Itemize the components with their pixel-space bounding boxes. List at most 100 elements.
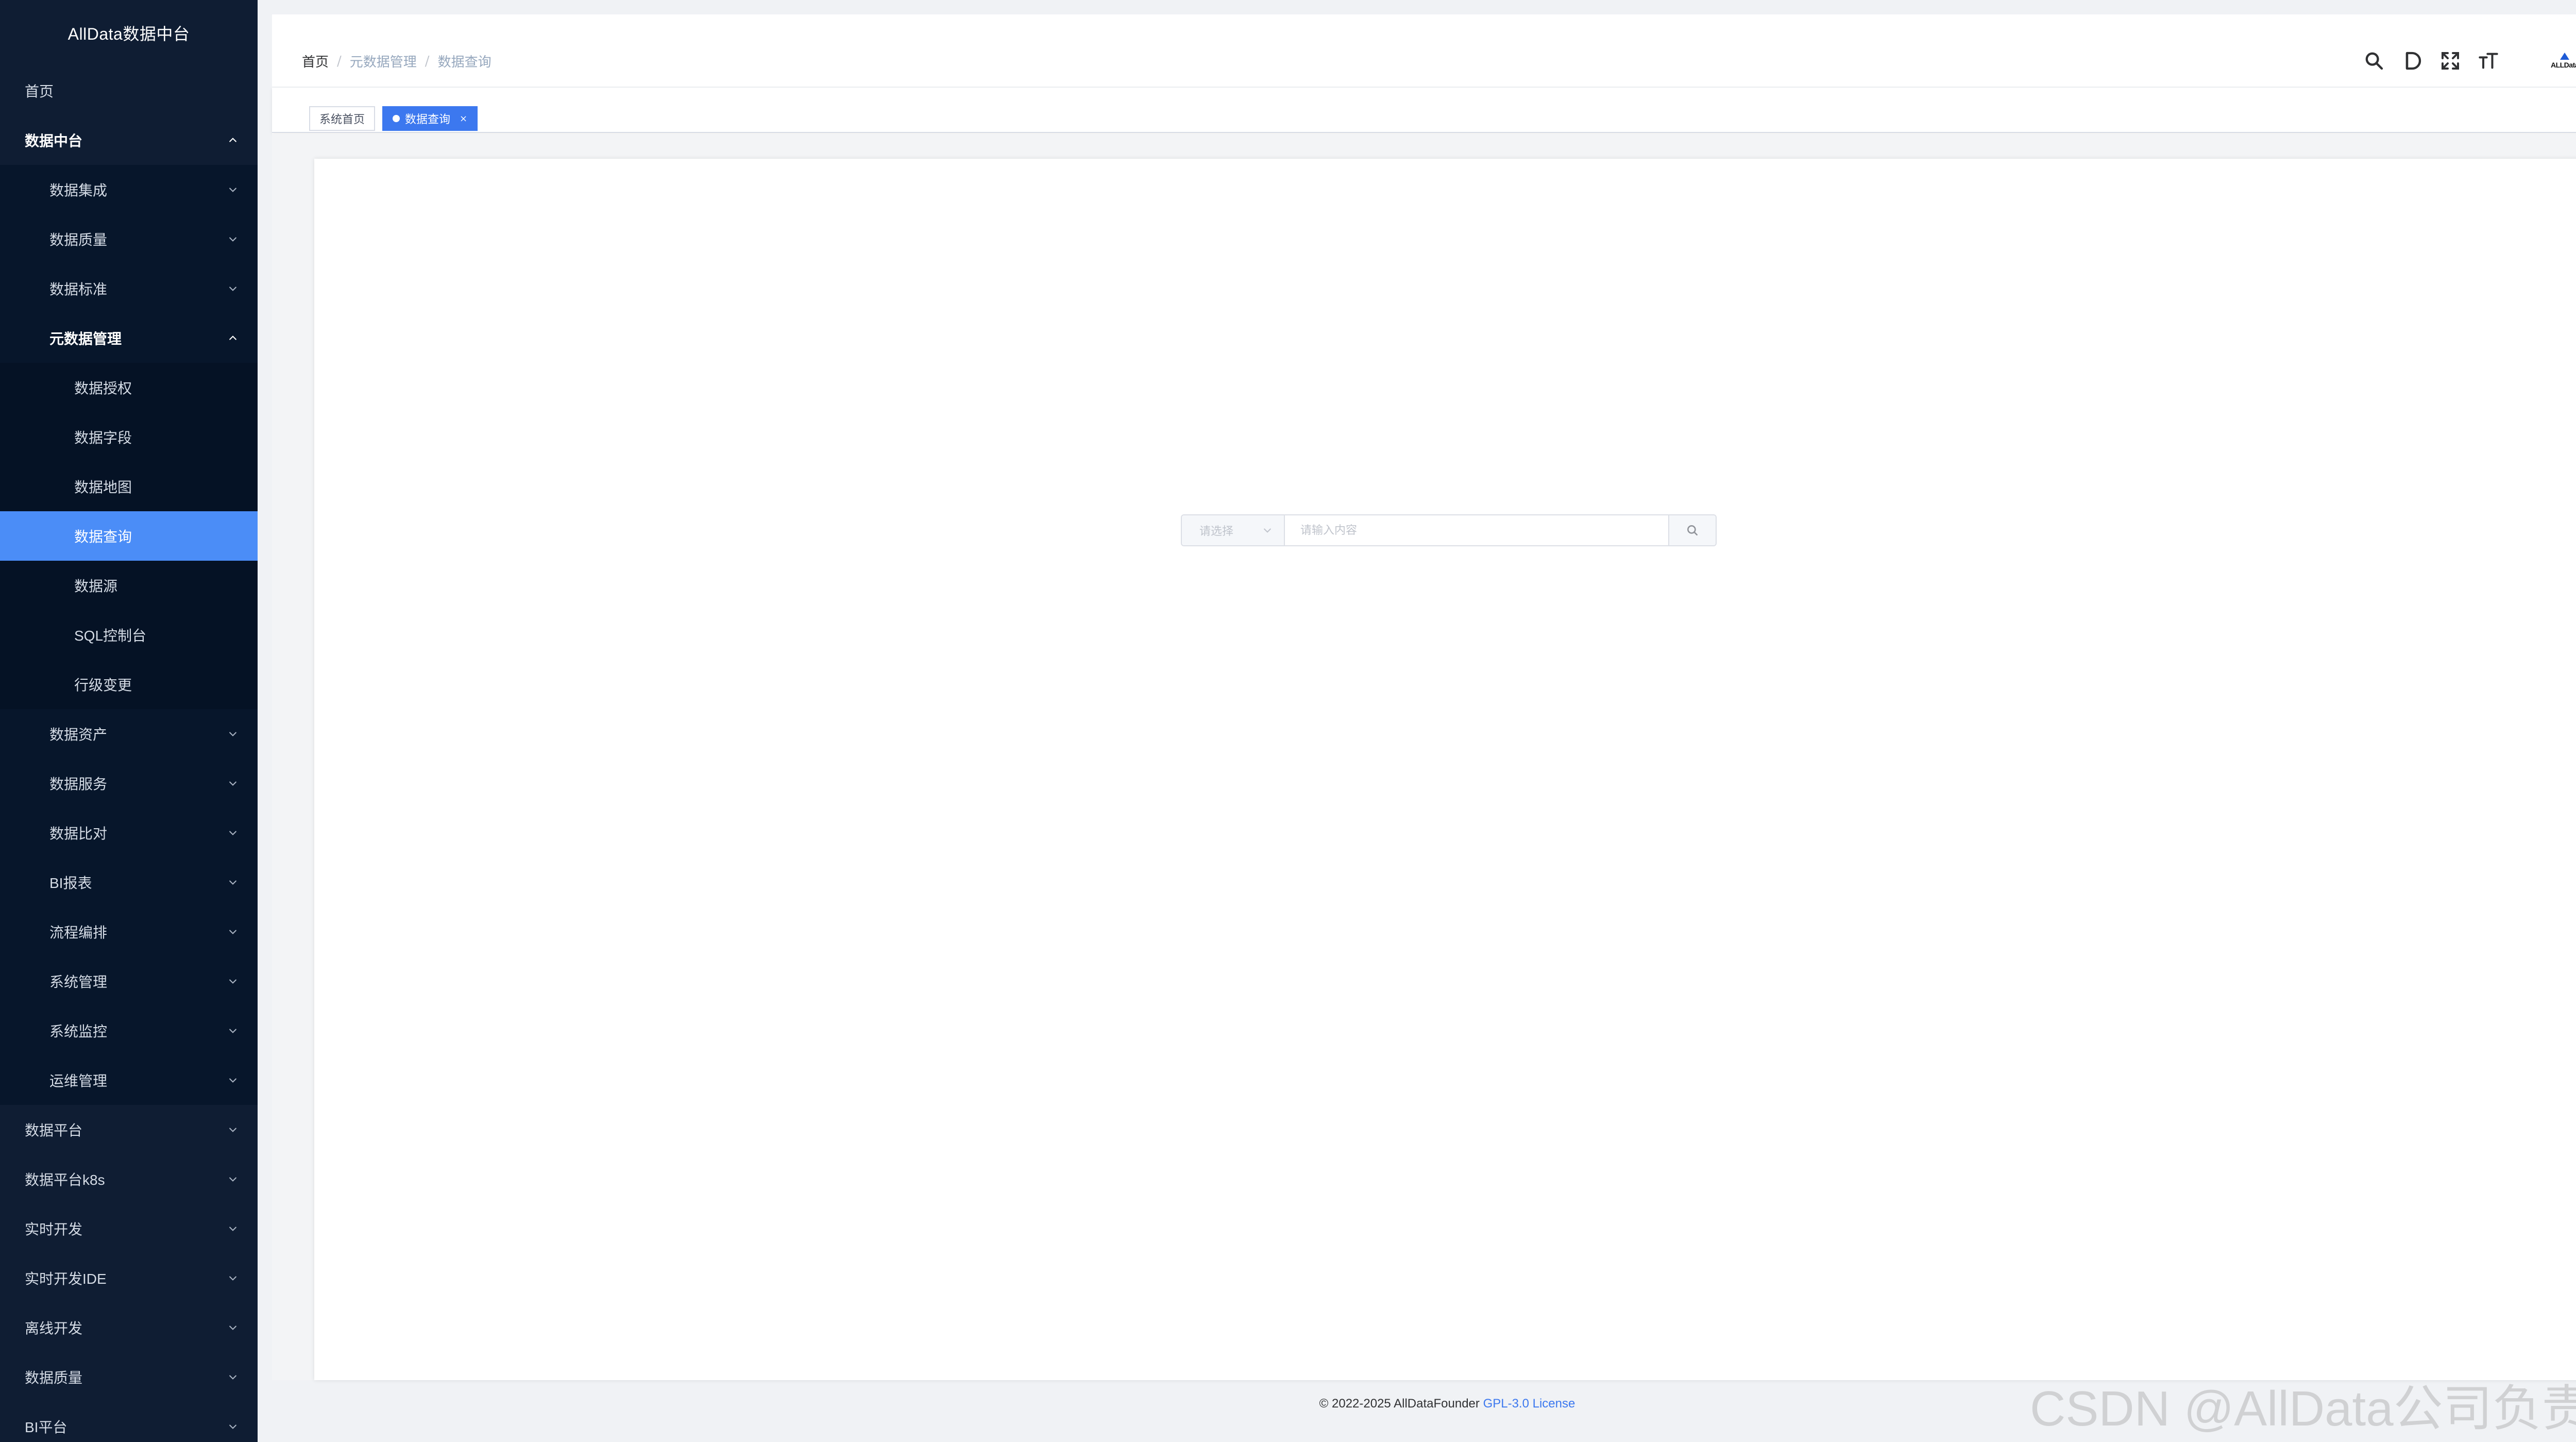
main-container: 首页 / 元数据管理 / 数据查询 ALLData 系统首页 数据查询 × 请选… bbox=[272, 14, 2576, 1380]
content-area: 请选择 bbox=[272, 134, 2576, 1380]
sidebar-item[interactable]: 元数据管理 bbox=[0, 313, 258, 363]
sidebar-item[interactable]: 离线开发 bbox=[0, 1303, 258, 1352]
sidebar-item[interactable]: 数据质量 bbox=[0, 214, 258, 264]
active-dot-icon bbox=[393, 115, 400, 122]
sidebar-item-label: 数据服务 bbox=[49, 776, 108, 792]
sidebar-item-label: 数据质量 bbox=[25, 1370, 83, 1386]
sidebar-item-label: 元数据管理 bbox=[49, 331, 122, 347]
chevron-down-icon bbox=[227, 183, 239, 196]
tags-view: 系统首页 数据查询 × bbox=[272, 88, 2576, 133]
chevron-down-icon bbox=[227, 1321, 239, 1334]
sidebar-item[interactable]: 数据地图 bbox=[0, 462, 258, 511]
chevron-down-icon bbox=[227, 1272, 239, 1284]
tag-current-label: 数据查询 bbox=[405, 113, 451, 126]
sidebar-item-label: BI平台 bbox=[25, 1419, 67, 1435]
search-icon bbox=[1687, 525, 1698, 535]
avatar-text: ALLData bbox=[2550, 61, 2576, 69]
sidebar-item-label: 数据资产 bbox=[49, 727, 108, 743]
sidebar-menu: 首页 数据中台 数据集成 数据质量 数据标准 元数据管理 数据授权 数据字段 数据地图 数据查询数… bbox=[0, 66, 258, 1442]
tag-current[interactable]: 数据查询 × bbox=[382, 106, 478, 131]
chevron-down-icon bbox=[227, 1420, 239, 1433]
sidebar-item[interactable]: 数据平台 bbox=[0, 1105, 258, 1154]
chevron-down-icon bbox=[227, 1173, 239, 1185]
sidebar-item[interactable]: 流程编排 bbox=[0, 907, 258, 957]
navbar-tools: ALLData bbox=[2361, 45, 2576, 76]
docs-icon[interactable] bbox=[2399, 47, 2426, 74]
font-size-icon[interactable] bbox=[2475, 47, 2502, 74]
sidebar-item[interactable]: 数据集成 bbox=[0, 165, 258, 214]
sidebar-item-label: 数据质量 bbox=[49, 232, 108, 248]
chevron-down-icon bbox=[227, 1025, 239, 1037]
sidebar-item[interactable]: 数据服务 bbox=[0, 759, 258, 808]
sidebar-item[interactable]: 数据质量 bbox=[0, 1352, 258, 1402]
sidebar-item[interactable]: 数据中台 bbox=[0, 115, 258, 165]
sidebar-item[interactable]: 首页 bbox=[0, 66, 258, 115]
sidebar-item-label: 数据比对 bbox=[49, 826, 108, 842]
chevron-down-icon bbox=[227, 1222, 239, 1235]
chevron-down-icon bbox=[227, 876, 239, 888]
search-input[interactable] bbox=[1285, 515, 1668, 545]
query-panel: 请选择 bbox=[314, 159, 2576, 1380]
sidebar-item[interactable]: 系统监控 bbox=[0, 1006, 258, 1055]
logo-mark-icon bbox=[2560, 53, 2569, 60]
sidebar-item-label: 数据字段 bbox=[74, 430, 132, 446]
sidebar-item-label: 离线开发 bbox=[25, 1320, 83, 1336]
tag-home-label: 系统首页 bbox=[319, 113, 365, 126]
navbar: 首页 / 元数据管理 / 数据查询 ALLData bbox=[272, 14, 2576, 88]
breadcrumb-separator: / bbox=[425, 53, 430, 69]
sidebar-item-label: 数据查询 bbox=[74, 529, 132, 545]
avatar[interactable]: ALLData bbox=[2544, 45, 2576, 76]
app-root: AllData数据中台 首页 数据中台 数据集成 数据质量 数据标准 元数据管理 数据授权数… bbox=[0, 0, 2576, 1442]
type-select[interactable]: 请选择 bbox=[1182, 515, 1285, 545]
close-icon[interactable]: × bbox=[460, 113, 467, 124]
sidebar-item-label: 数据中台 bbox=[25, 133, 83, 149]
sidebar-item[interactable]: 数据资产 bbox=[0, 709, 258, 759]
sidebar-item[interactable]: BI报表 bbox=[0, 858, 258, 907]
sidebar-item[interactable]: 实时开发IDE bbox=[0, 1253, 258, 1303]
search-button[interactable] bbox=[1668, 515, 1716, 545]
sidebar-item[interactable]: 实时开发 bbox=[0, 1204, 258, 1253]
footer-copyright: © 2022-2025 AllDataFounder bbox=[1319, 1397, 1483, 1411]
search-icon[interactable] bbox=[2361, 47, 2387, 74]
sidebar-item[interactable]: 数据授权 bbox=[0, 363, 258, 412]
sidebar-item[interactable]: 数据平台k8s bbox=[0, 1154, 258, 1204]
app-logo-title[interactable]: AllData数据中台 bbox=[0, 0, 258, 66]
sidebar-item[interactable]: SQL控制台 bbox=[0, 610, 258, 660]
breadcrumb-metadata: 元数据管理 bbox=[349, 55, 417, 70]
chevron-down-icon bbox=[227, 1371, 239, 1383]
chevron-up-icon bbox=[227, 332, 239, 344]
chevron-down-icon bbox=[227, 827, 239, 839]
sidebar-item-label: SQL控制台 bbox=[74, 628, 147, 644]
sidebar-item[interactable]: 数据源 bbox=[0, 561, 258, 610]
user-avatar-dropdown[interactable]: ALLData bbox=[2544, 45, 2576, 76]
type-select-placeholder: 请选择 bbox=[1199, 525, 1234, 538]
fullscreen-icon[interactable] bbox=[2437, 47, 2464, 74]
sidebar-item[interactable]: BI平台 bbox=[0, 1402, 258, 1442]
sidebar-item[interactable]: 数据查询 bbox=[0, 511, 258, 561]
sidebar-item-label: 行级变更 bbox=[74, 677, 132, 693]
chevron-down-icon bbox=[227, 1074, 239, 1086]
sidebar-item-label: 流程编排 bbox=[49, 925, 108, 941]
chevron-down-icon bbox=[227, 975, 239, 987]
breadcrumb-home[interactable]: 首页 bbox=[302, 52, 329, 71]
sidebar-item-label: 数据标准 bbox=[49, 281, 108, 297]
chevron-down-icon bbox=[227, 1124, 239, 1136]
chevron-up-icon bbox=[227, 134, 239, 146]
sidebar-item-label: 数据集成 bbox=[49, 182, 108, 198]
sidebar-item[interactable]: 系统管理 bbox=[0, 957, 258, 1006]
sidebar-item[interactable]: 行级变更 bbox=[0, 660, 258, 709]
license-link[interactable]: GPL-3.0 License bbox=[1483, 1397, 1575, 1411]
chevron-down-icon bbox=[227, 233, 239, 245]
tag-home[interactable]: 系统首页 bbox=[309, 106, 376, 131]
sidebar-item[interactable]: 数据比对 bbox=[0, 808, 258, 858]
sidebar-item[interactable]: 数据标准 bbox=[0, 264, 258, 313]
sidebar-item[interactable]: 运维管理 bbox=[0, 1055, 258, 1105]
sidebar-item-label: 实时开发 bbox=[25, 1221, 83, 1237]
sidebar-item[interactable]: 数据字段 bbox=[0, 412, 258, 462]
chevron-down-icon bbox=[227, 282, 239, 295]
watermark: CSDN @AllData公司负责人 bbox=[2030, 1381, 2576, 1436]
chevron-down-icon bbox=[1264, 528, 1271, 533]
breadcrumb-separator: / bbox=[337, 53, 342, 69]
chevron-down-icon bbox=[227, 926, 239, 938]
sidebar-item-label: 数据地图 bbox=[74, 479, 132, 495]
